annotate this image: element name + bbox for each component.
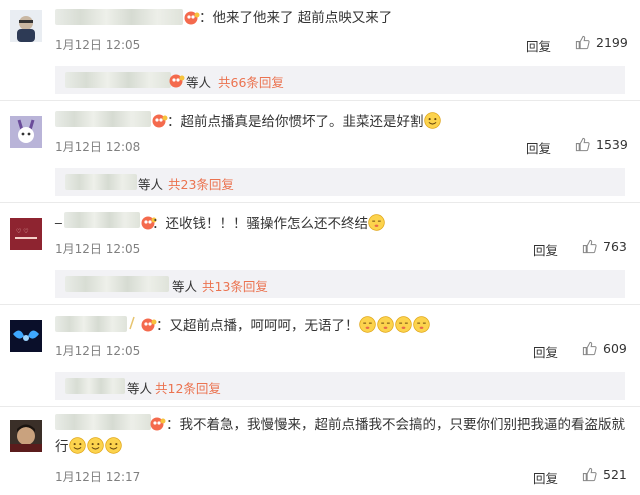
- like-count: 763: [603, 239, 627, 254]
- like-button[interactable]: 521: [582, 467, 627, 482]
- smile-emoji-icon: [423, 112, 441, 129]
- comment-item: ：他来了他来了 超前点映又来了 1月12日 12:05 回复 2199 等人 共…: [0, 0, 640, 101]
- avatar[interactable]: [10, 320, 42, 352]
- sub-reply-usernames: [65, 276, 169, 292]
- username[interactable]: [55, 111, 151, 127]
- like-button[interactable]: 1539: [575, 137, 628, 152]
- username-prefix: _: [55, 209, 62, 225]
- view-replies-link[interactable]: 共13条回复: [202, 276, 268, 295]
- comment-time: 1月12日 12:05: [55, 38, 141, 52]
- sub-replies-box[interactable]: 等人 共23条回复: [55, 168, 625, 196]
- avatar[interactable]: [10, 10, 42, 42]
- thumbs-up-icon: [582, 341, 597, 356]
- like-count: 1539: [596, 137, 628, 152]
- comment-text: ：还收钱！！！骚操作怎么还不终结: [152, 214, 386, 233]
- sub-reply-usernames: [65, 378, 125, 394]
- like-count: 521: [603, 467, 627, 482]
- like-button[interactable]: 609: [582, 341, 627, 356]
- shush-emoji-icon: [376, 316, 394, 333]
- shush-emoji-icon: [412, 316, 430, 333]
- reply-button[interactable]: 回复: [533, 240, 558, 259]
- sub-reply-usernames: [65, 72, 171, 88]
- edit-mark-icon: [129, 316, 135, 330]
- reply-button[interactable]: 回复: [526, 36, 551, 55]
- svg-text:♡ ♡: ♡ ♡: [16, 228, 29, 235]
- comment-text: ：他来了他来了 超前点映又来了: [199, 10, 393, 26]
- smile-emoji-icon: [104, 437, 122, 454]
- vip-badge-icon: [169, 74, 185, 88]
- comment-text: ：我不着急，我慢慢来，超前点播我不会搞的，只要你们别把我逼的看盗版就行: [55, 417, 625, 455]
- view-replies-link[interactable]: 共23条回复: [168, 174, 234, 193]
- shush-emoji-icon: [368, 214, 385, 231]
- thumbs-up-icon: [582, 239, 597, 254]
- smile-emoji-icon: [86, 437, 104, 454]
- thumbs-up-icon: [575, 137, 590, 152]
- thumbs-up-icon: [575, 35, 590, 50]
- comment-time: 1月12日 12:05: [55, 344, 141, 358]
- reply-button[interactable]: 回复: [533, 342, 558, 361]
- vip-badge-icon: [152, 114, 168, 128]
- comment-time: 1月12日 12:17: [55, 470, 141, 484]
- like-count: 609: [603, 341, 627, 356]
- sub-replies-box[interactable]: 等人 共13条回复: [55, 270, 625, 298]
- divider: [0, 202, 640, 203]
- avatar[interactable]: ♡ ♡: [10, 218, 42, 250]
- vip-badge-icon: [184, 11, 200, 25]
- sub-reply-etc: 等人: [186, 75, 212, 90]
- reply-button[interactable]: 回复: [526, 138, 551, 157]
- sub-reply-etc: 等人: [172, 279, 198, 294]
- smile-emoji-icon: [68, 437, 86, 454]
- like-button[interactable]: 2199: [575, 35, 628, 50]
- avatar[interactable]: [10, 116, 42, 148]
- vip-badge-icon: [141, 318, 157, 332]
- sub-replies-box[interactable]: 等人 共12条回复: [55, 372, 625, 400]
- like-count: 2199: [596, 35, 628, 50]
- reply-button[interactable]: 回复: [533, 468, 558, 487]
- thumbs-up-icon: [582, 467, 597, 482]
- like-button[interactable]: 763: [582, 239, 627, 254]
- comment-text: ：超前点播真是给你惯坏了。韭菜还是好割: [167, 112, 442, 131]
- shush-emoji-icon: [358, 316, 376, 333]
- comment-time: 1月12日 12:05: [55, 242, 141, 256]
- divider: [0, 304, 640, 305]
- view-replies-link[interactable]: 共12条回复: [155, 378, 221, 397]
- divider: [0, 406, 640, 407]
- sub-reply-usernames: [65, 174, 137, 190]
- sub-reply-etc: 等人: [138, 177, 164, 192]
- username[interactable]: [55, 9, 183, 25]
- avatar[interactable]: [10, 420, 42, 452]
- divider: [0, 100, 640, 101]
- shush-emoji-icon: [394, 316, 412, 333]
- username[interactable]: [64, 212, 140, 228]
- sub-reply-etc: 等人: [127, 381, 153, 396]
- comment-text: ：又超前点播，呵呵呵，无语了！: [156, 316, 431, 335]
- view-replies-link[interactable]: 共66条回复: [218, 72, 284, 91]
- comment-time: 1月12日 12:08: [55, 140, 141, 154]
- sub-replies-box[interactable]: 等人 共66条回复: [55, 66, 625, 94]
- username[interactable]: [55, 316, 127, 332]
